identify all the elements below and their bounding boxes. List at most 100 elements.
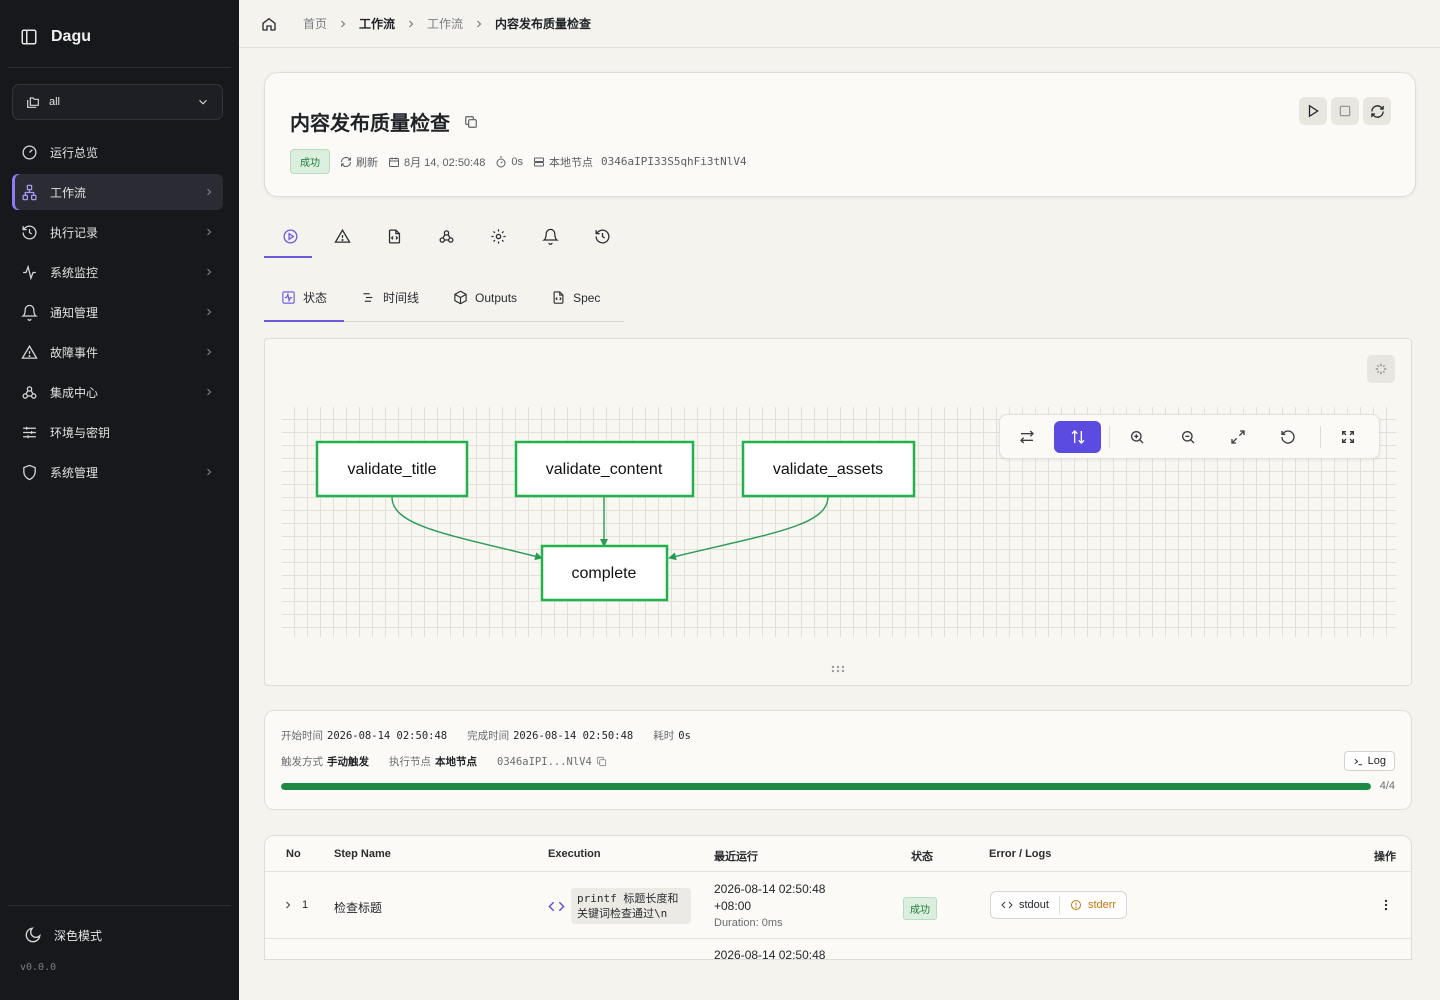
stdout-button[interactable]: stdout <box>991 892 1059 918</box>
breadcrumb-workflows[interactable]: 工作流 <box>359 15 395 32</box>
more-vertical-icon[interactable] <box>1379 897 1393 913</box>
zoom-in-button[interactable] <box>1114 421 1160 453</box>
run-date-value: 8月 14, 02:50:48 <box>404 156 486 169</box>
breadcrumb-current: 内容发布质量检查 <box>495 17 592 31</box>
fit-view-button[interactable] <box>1215 421 1261 453</box>
tab-spec-file[interactable] <box>368 214 420 258</box>
alert-icon <box>20 343 38 361</box>
tab-spec[interactable]: Spec <box>534 274 617 321</box>
table-row[interactable]: 1 检查标题 printf 标题长度和 关键词检查通过\n 2026-08-14… <box>265 873 1411 939</box>
horizontal-layout-button[interactable] <box>1004 421 1050 453</box>
step-name: 检查标题 <box>334 901 383 915</box>
zoom-out-button[interactable] <box>1164 421 1210 453</box>
brand[interactable]: Dagu <box>20 28 91 46</box>
sidebar-item-env-secrets[interactable]: 环境与密钥 <box>12 414 223 450</box>
sidebar-item-integrations[interactable]: 集成中心 <box>12 374 223 410</box>
zoom-out-icon <box>1180 429 1196 445</box>
gear-icon <box>490 228 507 245</box>
node-validate-title[interactable]: validate_title <box>315 440 469 498</box>
warning-icon <box>333 228 351 245</box>
play-circle-icon <box>282 228 299 245</box>
start-button[interactable] <box>1299 97 1327 125</box>
step-last-run: 2026-08-14 02:50:48 +08:00 Duration: 0ms <box>714 881 825 932</box>
node-validate-content[interactable]: validate_content <box>514 440 695 498</box>
divider <box>1108 425 1110 448</box>
tab-webhooks[interactable] <box>420 214 472 258</box>
topbar: 首页 工作流 工作流 内容发布质量检查 <box>239 0 1440 48</box>
end-value: 2026-08-14 02:50:48 <box>513 729 634 742</box>
tab-timeline[interactable]: 时间线 <box>344 274 436 321</box>
tab-state[interactable]: 状态 <box>264 274 345 322</box>
column-header: 最近运行 <box>714 851 758 863</box>
expand-row-icon[interactable] <box>282 899 294 911</box>
sidebar-item-runs[interactable]: 执行记录 <box>12 214 223 250</box>
stop-button[interactable] <box>1331 97 1359 125</box>
divider <box>1319 425 1321 448</box>
zoom-in-icon <box>1129 429 1145 445</box>
node-complete[interactable]: complete <box>540 544 669 602</box>
sidebar-item-incidents[interactable]: 故障事件 <box>12 334 223 370</box>
sidebar-item-system[interactable]: 系统管理 <box>12 454 223 490</box>
column-header: 操作 <box>1374 851 1396 863</box>
expand-icon <box>1230 429 1246 445</box>
auto-layout-button[interactable] <box>1367 355 1395 383</box>
sidebar-item-notifications[interactable]: 通知管理 <box>12 294 223 330</box>
sliders-icon <box>20 423 38 441</box>
resize-handle[interactable] <box>831 665 845 673</box>
run-duration-value: 0s <box>511 155 523 168</box>
log-button[interactable]: Log <box>1343 751 1395 771</box>
breadcrumb-home[interactable]: 首页 <box>303 15 327 32</box>
table-row[interactable]: 2026-08-14 02:50:48 <box>265 940 1411 959</box>
node-label: validate_content <box>546 461 663 478</box>
calendar-icon <box>388 156 400 168</box>
copy-icon[interactable] <box>596 756 607 767</box>
tab-label: 状态 <box>303 291 328 305</box>
sidebar-item-monitor[interactable]: 系统监控 <box>12 254 223 290</box>
table-header: No Step Name Execution 最近运行 状态 Error / L… <box>265 836 1411 872</box>
chevron-right-icon <box>337 18 349 30</box>
retry-button[interactable] <box>1363 97 1391 125</box>
namespace-select[interactable]: all <box>12 84 223 120</box>
tab-status[interactable] <box>264 214 316 258</box>
breadcrumb: 首页 工作流 工作流 内容发布质量检查 <box>261 15 591 32</box>
node-label: complete <box>572 565 637 582</box>
gauge-icon <box>20 143 38 161</box>
sidebar-item-workflows[interactable]: 工作流 <box>12 174 223 210</box>
elapsed-label: 耗时 <box>653 730 675 742</box>
home-icon[interactable] <box>261 16 277 32</box>
duration-value: 0ms <box>761 917 783 929</box>
vertical-layout-button[interactable] <box>1054 420 1101 453</box>
package-icon <box>453 290 468 305</box>
sidebar-item-label: 执行记录 <box>50 225 99 240</box>
tab-notifications[interactable] <box>524 214 576 258</box>
run-node: 本地节点 0346aIPI33S5qhFi3tNlV4 <box>533 154 747 170</box>
sidebar-toggle-icon[interactable] <box>20 28 38 46</box>
dark-mode-toggle[interactable]: 深色模式 <box>24 926 102 944</box>
chevron-down-icon <box>196 95 210 109</box>
tab-errors[interactable] <box>316 214 368 258</box>
sidebar-item-label: 运行总览 <box>50 145 99 160</box>
stderr-button[interactable]: stderr <box>1060 892 1126 918</box>
chevron-right-icon <box>203 306 215 318</box>
summary-trigger: 触发方式 手动触发 执行节点 本地节点 0346aIPI...NlV4 <box>281 754 607 769</box>
reset-view-button[interactable] <box>1265 421 1311 453</box>
moon-icon <box>24 926 42 944</box>
tab-settings[interactable] <box>472 214 524 258</box>
bell-icon <box>20 303 38 321</box>
start-value: 2026-08-14 02:50:48 <box>327 729 448 742</box>
fullscreen-icon <box>1340 429 1356 445</box>
node-validate-assets[interactable]: validate_assets <box>741 440 916 498</box>
copy-icon[interactable] <box>464 115 478 129</box>
sidebar-item-label: 通知管理 <box>50 305 99 320</box>
tab-label: Outputs <box>475 290 518 305</box>
tab-history[interactable] <box>576 214 628 258</box>
namespace-value: all <box>49 96 61 108</box>
column-header: No <box>286 848 301 860</box>
sidebar-item-overview[interactable]: 运行总览 <box>12 134 223 170</box>
fullscreen-button[interactable] <box>1325 421 1371 453</box>
chevron-right-icon <box>203 186 215 198</box>
tab-outputs[interactable]: Outputs <box>436 274 534 321</box>
refresh-button[interactable]: 刷新 <box>340 154 378 170</box>
history-icon <box>594 228 611 245</box>
breadcrumb-workflows-list[interactable]: 工作流 <box>427 15 463 32</box>
